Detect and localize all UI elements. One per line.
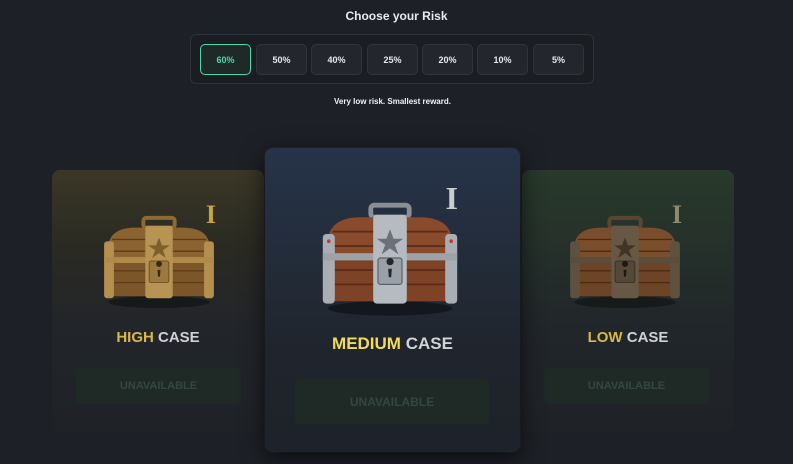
wooden-chest-dark-icon — [570, 215, 680, 309]
risk-option-40[interactable]: 40% — [311, 44, 362, 75]
wooden-chest-gold-icon — [104, 215, 214, 309]
case-title: MEDIUM CASE — [332, 334, 453, 353]
unavailable-button[interactable]: UNAVAILABLE — [544, 368, 709, 404]
risk-option-5[interactable]: 5% — [533, 44, 584, 75]
risk-selector: 60% 50% 40% 25% 20% 10% 5% — [190, 34, 594, 84]
risk-option-20[interactable]: 20% — [422, 44, 473, 75]
risk-title: Choose your Risk — [345, 9, 448, 23]
high-case-card[interactable]: I HIGH CASE UNAVAILABLE — [52, 170, 264, 432]
case-title: HIGH CASE — [116, 329, 200, 346]
unavailable-button[interactable]: UNAVAILABLE — [295, 379, 489, 424]
risk-option-25[interactable]: 25% — [367, 44, 418, 75]
risk-option-10[interactable]: 10% — [477, 44, 528, 75]
risk-option-50[interactable]: 50% — [256, 44, 307, 75]
low-case-card[interactable]: I LOW CASE UNAVAILABLE — [522, 170, 734, 432]
case-title: LOW CASE — [587, 329, 669, 346]
unavailable-button[interactable]: UNAVAILABLE — [76, 368, 241, 404]
risk-option-60[interactable]: 60% — [200, 44, 251, 75]
risk-description: Very low risk. Smallest reward. — [334, 97, 451, 106]
medium-case-card[interactable]: I MEDIUM CASE UNAVAILABLE — [265, 148, 520, 452]
wooden-chest-silver-icon — [322, 202, 458, 316]
